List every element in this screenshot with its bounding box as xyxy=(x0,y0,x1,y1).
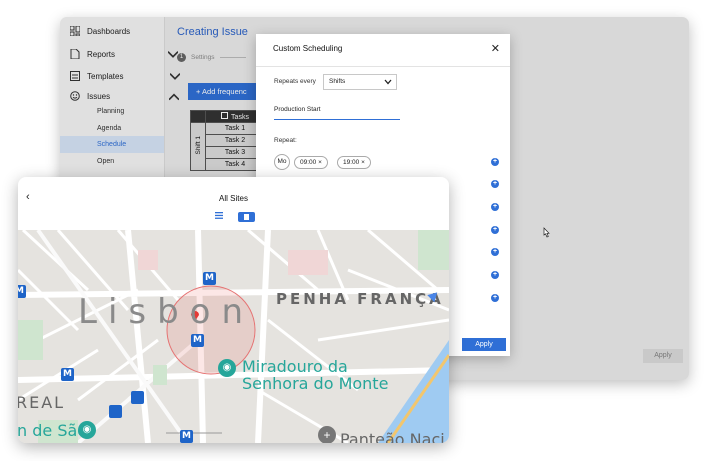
repeats-value: Shifts xyxy=(329,78,346,85)
add-time-icon[interactable]: + xyxy=(491,226,499,234)
remove-icon[interactable]: × xyxy=(316,159,322,166)
time-value: 09:00 xyxy=(300,159,317,166)
apply-button-disabled[interactable]: Apply xyxy=(643,349,683,363)
metro-marker-icon[interactable]: M xyxy=(191,334,204,347)
time-chip[interactable]: 19:00 × xyxy=(337,156,371,169)
map-label-left-2: n de São xyxy=(18,421,88,440)
map-label-district: PENHA FRANÇA xyxy=(276,290,444,308)
map-label-city: Lisbon xyxy=(78,292,255,332)
camera-icon[interactable]: ◉ xyxy=(78,421,96,439)
bus-stop-icon[interactable] xyxy=(131,391,144,404)
modal-title: Custom Scheduling xyxy=(273,44,343,53)
metro-marker-icon[interactable]: M xyxy=(61,368,74,381)
modal-header: Custom Scheduling ✕ xyxy=(256,34,510,67)
time-value: 19:00 xyxy=(343,159,360,166)
name-input[interactable]: Production Start xyxy=(274,106,400,120)
all-sites-panel: All Sites ‹ Lisbon PENHA FRANÇA Miradour… xyxy=(18,177,449,443)
map-view[interactable]: Lisbon PENHA FRANÇA Miradouro da Senhora… xyxy=(18,230,449,443)
metro-marker-icon[interactable]: M xyxy=(180,430,193,443)
bus-stop-icon[interactable] xyxy=(109,405,122,418)
add-time-icon[interactable]: + xyxy=(491,158,499,166)
mouse-cursor-icon xyxy=(543,227,550,238)
repeat-label: Repeat: xyxy=(274,137,297,144)
add-time-icon[interactable]: + xyxy=(491,248,499,256)
time-chip[interactable]: 09:00 × xyxy=(294,156,328,169)
map-view-icon[interactable] xyxy=(238,212,255,222)
map-label-bottom: Panteão Naci xyxy=(340,430,445,443)
metro-marker-icon[interactable]: M xyxy=(18,285,26,298)
map-label-left: REAL xyxy=(18,393,66,412)
sites-title: All Sites xyxy=(219,194,248,203)
metro-marker-icon[interactable]: M xyxy=(203,272,216,285)
add-time-icon[interactable]: + xyxy=(491,180,499,188)
add-time-icon[interactable]: + xyxy=(491,271,499,279)
remove-icon[interactable]: × xyxy=(359,159,365,166)
chevron-down-icon xyxy=(384,79,392,85)
apply-button[interactable]: Apply xyxy=(462,338,506,351)
close-icon[interactable]: ✕ xyxy=(491,42,500,55)
map-graphics xyxy=(18,230,449,443)
back-icon[interactable]: ‹ xyxy=(26,191,30,203)
add-time-icon[interactable]: + xyxy=(491,294,499,302)
add-time-icon[interactable]: + xyxy=(491,203,499,211)
repeats-every-label: Repeats every xyxy=(274,78,316,85)
list-view-icon[interactable] xyxy=(215,212,223,219)
map-label-poi: Miradouro da Senhora do Monte xyxy=(242,358,388,392)
repeats-select[interactable]: Shifts xyxy=(323,74,397,90)
poi-line-2: Senhora do Monte xyxy=(242,374,389,393)
day-chip-monday[interactable]: Mo xyxy=(274,154,290,170)
landmark-icon[interactable]: + xyxy=(318,426,336,443)
camera-icon[interactable]: ◉ xyxy=(218,359,236,377)
